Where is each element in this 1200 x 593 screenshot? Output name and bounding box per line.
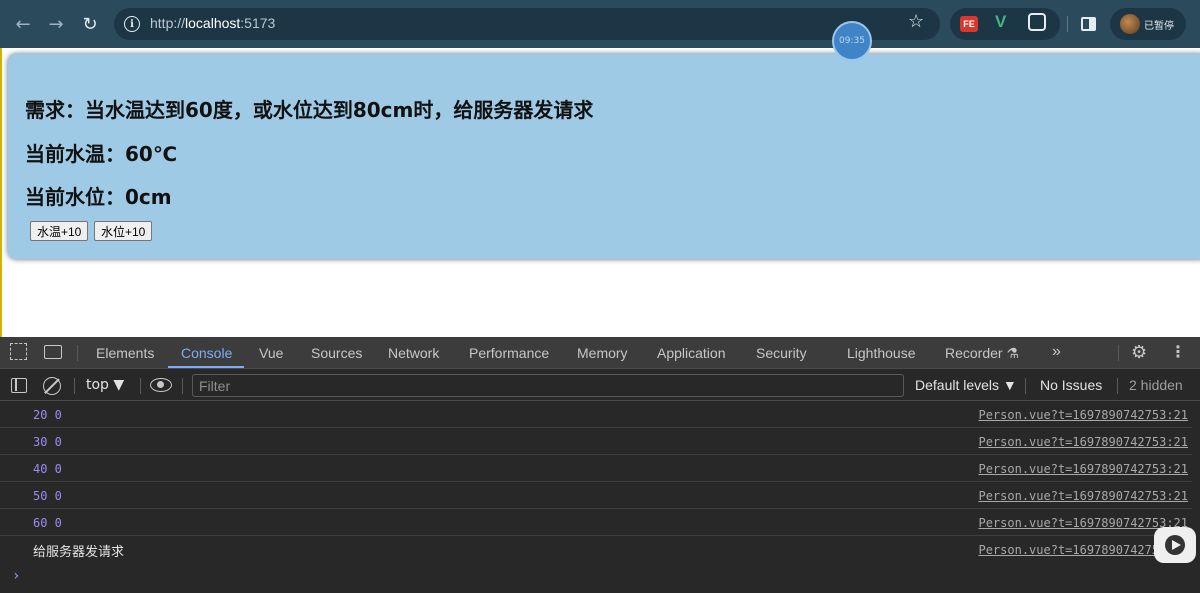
person-card: 需求：当水温达到60度，或水位达到80cm时，给服务器发请求 当前水温：60℃ … [8,54,1200,259]
console-message-text: 20 0 [33,408,62,422]
tab-network[interactable]: Network [388,345,439,361]
filter-divider [182,378,183,394]
url-text[interactable]: http://localhost:5173 [150,15,275,31]
tab-console[interactable]: Console [181,345,232,361]
console-message-text: 60 0 [33,516,62,530]
level-plus-10-button[interactable]: 水位+10 [94,221,153,241]
console-message: 给服务器发请求 Person.vue?t=1697890742753:21 [0,537,1192,563]
console-message-source-link[interactable]: Person.vue?t=1697890742753:21 [978,489,1188,503]
recording-timer-badge: 09:35 [832,21,872,61]
clear-console-icon[interactable] [43,377,61,395]
toolbar-divider [1067,16,1068,32]
console-message-text: 40 0 [33,462,62,476]
reload-icon[interactable]: ↻ [77,11,103,37]
console-message: 50 0 Person.vue?t=1697890742753:21 [0,483,1192,509]
extensions-puzzle-icon[interactable] [1028,13,1046,31]
console-message: 20 0 Person.vue?t=1697890742753:21 [0,402,1192,428]
console-message-text: 给服务器发请求 [33,545,125,560]
water-level-heading: 当前水位：0cm [25,185,172,209]
active-tab-indicator [168,366,244,368]
water-temp-heading: 当前水温：60℃ [25,142,178,166]
back-icon[interactable]: ← [10,11,36,37]
inspect-element-icon[interactable] [10,343,27,360]
tab-sources[interactable]: Sources [311,345,362,361]
filter-divider [1117,378,1118,394]
console-sidebar-icon[interactable] [11,378,27,393]
log-levels-dropdown[interactable]: Default levels ▼ [915,377,1017,393]
temp-plus-10-button[interactable]: 水温+10 [30,221,89,241]
vue-devtools-extension-icon[interactable]: V [995,12,1006,32]
live-expression-eye-icon[interactable] [150,378,172,392]
filter-divider [140,378,141,394]
console-message-text: 50 0 [33,489,62,503]
tab-vue[interactable]: Vue [259,345,283,361]
settings-gear-icon[interactable]: ⚙ [1131,342,1147,363]
more-options-icon[interactable]: ⋮ [1170,342,1186,361]
bookmark-star-icon[interactable]: ☆ [908,11,924,32]
console-message-source-link[interactable]: Person.vue?t=1697890742753:21 [978,408,1188,422]
device-toolbar-icon[interactable] [44,345,62,359]
side-panel-icon[interactable] [1081,17,1096,31]
devtools-panel: Elements Console Vue Sources Network Per… [0,337,1200,593]
tab-application[interactable]: Application [657,345,726,361]
site-info-icon[interactable]: i [124,16,140,32]
tab-divider [1118,345,1119,361]
console-prompt[interactable]: › [12,568,20,584]
console-message: 60 0 Person.vue?t=1697890742753:21 [0,510,1192,536]
console-message-source-link[interactable]: Person.vue?t=1697890742753:21 [978,462,1188,476]
requirement-heading: 需求：当水温达到60度，或水位达到80cm时，给服务器发请求 [25,98,594,122]
tab-memory[interactable]: Memory [577,345,628,361]
console-filter-bar: top ▼ Default levels ▼ No Issues 2 hidde… [0,370,1200,401]
console-message-source-link[interactable]: Person.vue?t=1697890742753:21 [978,516,1188,530]
tab-divider [77,345,78,361]
tab-elements[interactable]: Elements [96,345,154,361]
avatar [1120,14,1140,34]
issues-counter[interactable]: No Issues [1040,377,1102,393]
console-message: 40 0 Person.vue?t=1697890742753:21 [0,456,1192,482]
console-message-text: 30 0 [33,435,62,449]
browser-toolbar: ← → ↻ i http://localhost:5173 ☆ FE V 已暂停 [0,0,1200,48]
forward-icon[interactable]: → [43,11,69,37]
fe-extension-icon[interactable]: FE [960,16,978,32]
console-message-source-link[interactable]: Person.vue?t=1697890742753:21 [978,435,1188,449]
play-icon[interactable] [1154,527,1196,563]
devtools-tab-bar: Elements Console Vue Sources Network Per… [0,337,1200,369]
tab-lighthouse[interactable]: Lighthouse [847,345,916,361]
extensions-bar: FE V [950,8,1060,40]
address-bar[interactable]: i http://localhost:5173 ☆ [114,8,940,40]
profile-status: 已暂停 [1144,21,1174,32]
tab-performance[interactable]: Performance [469,345,549,361]
tab-security[interactable]: Security [756,345,807,361]
console-messages: 20 0 Person.vue?t=1697890742753:21 30 0 … [0,402,1200,593]
filter-divider [1025,378,1026,394]
page-viewport: 需求：当水温达到60度，或水位达到80cm时，给服务器发请求 当前水温：60℃ … [0,48,1200,337]
context-selector[interactable]: top ▼ [86,377,124,393]
filter-divider [74,378,75,394]
console-filter-input[interactable] [192,374,904,397]
profile-button[interactable]: 已暂停 [1110,8,1186,40]
hidden-messages-count: 2 hidden [1129,377,1183,393]
tab-recorder[interactable]: Recorder ⚗ [945,345,1019,362]
more-tabs-chevron-icon[interactable]: » [1052,343,1061,361]
console-message: 30 0 Person.vue?t=1697890742753:21 [0,429,1192,455]
